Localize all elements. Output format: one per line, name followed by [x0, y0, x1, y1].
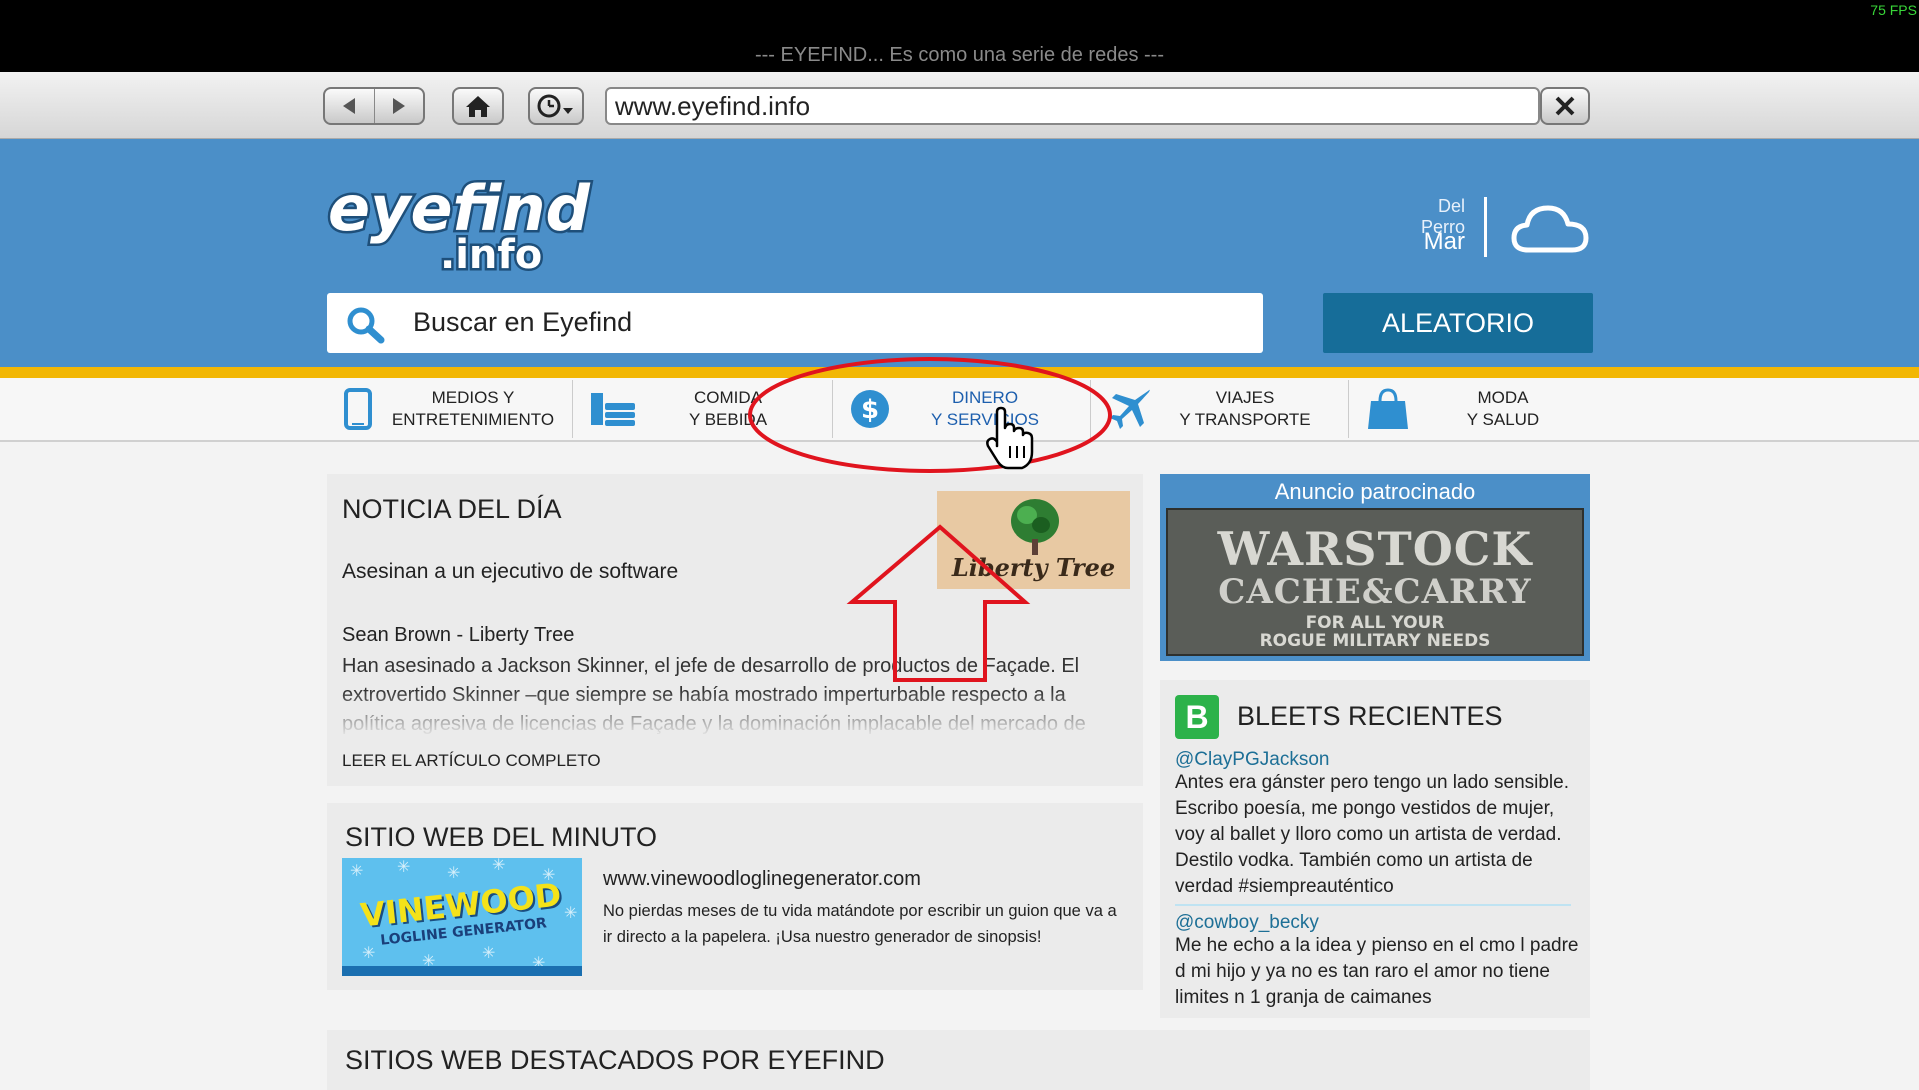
bleet-text: Me he echo a la idea y pienso en el cmo … — [1175, 935, 1579, 1008]
svg-text:$: $ — [861, 395, 879, 425]
category-label-line1: VIAJES — [1215, 388, 1275, 407]
food-icon — [591, 393, 635, 426]
search-input[interactable]: Buscar en Eyefind — [327, 293, 1263, 353]
news-byline: Sean Brown - Liberty Tree — [342, 624, 575, 646]
category-separator — [1348, 380, 1349, 438]
bleet-user[interactable]: @cowboy_becky — [1175, 912, 1319, 934]
svg-text:✳: ✳ — [350, 861, 363, 880]
cloud-icon — [1511, 205, 1589, 253]
category-label-line2: ENTRETENIMIENTO — [391, 410, 555, 429]
category-fashion[interactable]: MODA Y SALUD — [1363, 378, 1593, 440]
category-separator — [1090, 380, 1091, 438]
category-label-line2: Y SALUD — [1466, 410, 1540, 429]
warstock-ad[interactable]: WARSTOCK CACHE&CARRY FOR ALL YOUR ROGUE … — [1166, 508, 1584, 656]
tree-icon — [1011, 499, 1059, 555]
logo-domain: .info — [440, 232, 542, 278]
category-separator — [572, 380, 573, 438]
bleeter-icon: B — [1175, 695, 1219, 739]
back-forward-buttons — [323, 87, 425, 125]
home-button[interactable] — [452, 87, 504, 125]
back-button[interactable] — [325, 89, 374, 123]
category-money[interactable]: $ DINERO Y SERVICIOS — [845, 378, 1075, 440]
bleeter-letter: B — [1185, 698, 1209, 735]
ad-line2: CACHE&CARRY — [1218, 572, 1532, 612]
category-label-line2: Y TRANSPORTE — [1179, 410, 1311, 429]
close-icon — [1555, 96, 1575, 116]
eyefind-logo[interactable]: eyefind .info — [322, 160, 602, 281]
svg-text:✳: ✳ — [447, 863, 460, 882]
read-more-link[interactable]: LEER EL ARTÍCULO COMPLETO — [342, 751, 601, 771]
history-button[interactable] — [528, 87, 584, 125]
random-button[interactable]: ALEATORIO — [1323, 293, 1593, 353]
search-icon — [347, 307, 385, 344]
svg-text:✳: ✳ — [492, 858, 505, 874]
ad-line3: FOR ALL YOUR ROGUE MILITARY NEEDS — [1168, 614, 1582, 650]
svg-text:✳: ✳ — [397, 858, 410, 876]
category-label-line1: DINERO — [951, 388, 1019, 407]
fps-counter: 75 FPS — [1870, 2, 1917, 18]
ad-line1: WARSTOCK — [1217, 522, 1533, 576]
category-label-line1: MEDIOS Y — [431, 388, 515, 407]
bleet-user[interactable]: @ClayPGJackson — [1175, 749, 1329, 771]
category-label-line1: MODA — [1477, 388, 1529, 407]
sponsored-label: Anuncio patrocinado — [1274, 479, 1476, 504]
search-placeholder: Buscar en Eyefind — [413, 307, 633, 337]
dollar-icon: $ — [851, 390, 889, 428]
liberty-tree-text: Liberty Tree — [951, 553, 1116, 582]
thumb-bottom-bar — [342, 966, 582, 976]
airplane-icon — [1110, 389, 1150, 429]
category-label-line1: COMIDA — [694, 388, 762, 407]
site-of-minute-heading: SITIO WEB DEL MINUTO — [345, 822, 658, 852]
ad-line3b: ROGUE MILITARY NEEDS — [1259, 631, 1491, 651]
svg-text:✳: ✳ — [362, 943, 375, 962]
category-travel[interactable]: VIAJES Y TRANSPORTE — [1105, 378, 1335, 440]
weather-divider — [1484, 197, 1487, 257]
category-label-line2: Y BEBIDA — [688, 410, 768, 429]
bleet-divider — [1175, 904, 1571, 906]
news-heading: NOTICIA DEL DÍA — [342, 494, 562, 524]
news-headline[interactable]: Asesinan a un ejecutivo de software — [342, 560, 678, 584]
phone-icon — [344, 388, 372, 430]
news-body: Han asesinado a Jackson Skinner, el jefe… — [342, 655, 1086, 735]
clear-url-button[interactable] — [1540, 87, 1590, 125]
category-separator — [832, 380, 833, 438]
category-label-line2: Y SERVICIOS — [930, 410, 1040, 429]
svg-text:✳: ✳ — [564, 903, 577, 922]
shopping-bag-icon — [1368, 388, 1408, 429]
bleets-heading: BLEETS RECIENTES — [1237, 701, 1503, 731]
url-input[interactable]: www.eyefind.info — [605, 87, 1540, 125]
home-icon — [466, 96, 490, 117]
weather-day: Mar — [1423, 228, 1465, 255]
header-accent-line — [0, 367, 1919, 378]
ad-line3a: FOR ALL YOUR — [1305, 613, 1445, 633]
svg-text:✳: ✳ — [482, 943, 495, 962]
window-title: --- EYEFIND... Es como una serie de rede… — [754, 44, 1164, 66]
category-food[interactable]: COMIDA Y BEBIDA — [588, 378, 818, 440]
featured-heading: SITIOS WEB DESTACADOS POR EYEFIND — [345, 1045, 885, 1075]
category-media[interactable]: MEDIOS Y ENTRETENIMIENTO — [333, 378, 563, 440]
forward-button[interactable] — [373, 89, 424, 123]
back-arrow-icon — [343, 98, 356, 114]
liberty-tree-logo[interactable]: Liberty Tree — [937, 491, 1130, 589]
bleet-text: Antes era gánster pero tengo un lado sen… — [1175, 772, 1569, 897]
vinewood-thumbnail[interactable]: ✳ ✳ ✳ ✳ ✳ ✳ ✳ ✳ ✳ ✳ VINEWOOD LOGLINE GENERATOR — [342, 858, 582, 976]
site-of-minute-description: No pierdas meses de tu vida matándote po… — [603, 902, 1117, 946]
forward-arrow-icon — [392, 98, 405, 114]
site-of-minute-url[interactable]: www.vinewoodloglinegenerator.com — [603, 868, 921, 891]
history-clock-icon — [537, 94, 573, 118]
